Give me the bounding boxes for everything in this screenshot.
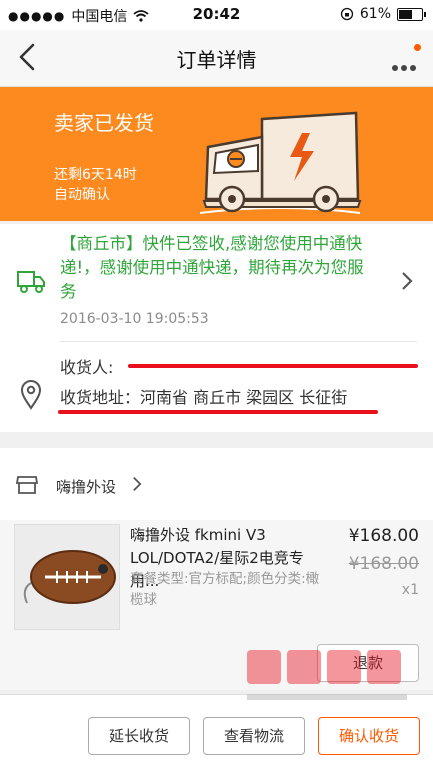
- logistics-card[interactable]: 【商丘市】快件已签收,感谢您使用中通快递!，感谢使用中通快递，期待再次为您服务 …: [0, 224, 433, 340]
- refund-button[interactable]: 退款: [317, 644, 419, 682]
- logistics-time: 2016-03-10 19:05:53: [60, 311, 209, 327]
- order-status: 卖家已发货: [54, 111, 154, 135]
- confirm-receipt-button[interactable]: 确认收货: [318, 717, 420, 755]
- page-title: 订单详情: [176, 48, 257, 72]
- divider: [60, 341, 417, 342]
- shop-row[interactable]: 嗨撸外设: [0, 448, 433, 520]
- product-quantity: x1: [401, 582, 419, 598]
- bottom-action-bar: 延长收货 查看物流 确认收货: [0, 694, 433, 769]
- nav-bar: 订单详情: [0, 30, 433, 87]
- remaining-time: 还剩6天14时: [54, 167, 137, 183]
- product-thumbnail: [14, 524, 120, 630]
- delivery-truck-illustration: [199, 111, 362, 214]
- chevron-right-icon: [133, 476, 142, 492]
- receiver-label: 收货人:: [60, 358, 114, 377]
- logistics-message: 【商丘市】快件已签收,感谢您使用中通快递!，感谢使用中通快递，期待再次为您服务: [60, 234, 364, 301]
- truck-icon: [17, 271, 45, 293]
- order-item[interactable]: 嗨撸外设 fkmini V3 LOL/DOTA2/星际2电竞专用... 套餐类型…: [0, 520, 433, 690]
- auto-confirm-countdown: 还剩6天14时 自动确认: [54, 165, 137, 205]
- rotation-lock-icon: [340, 7, 354, 21]
- battery-icon: [397, 7, 426, 21]
- battery-fill: [399, 9, 413, 19]
- address-card: 收货人: 收货地址：河南省 商丘市 梁园区 长征街: [0, 340, 433, 432]
- chevron-right-icon: [402, 272, 413, 290]
- product-price: ¥168.00: [348, 526, 419, 546]
- shipping-address: 收货地址：河南省 商丘市 梁园区 长征街: [60, 388, 348, 407]
- shop-name: 嗨撸外设: [56, 478, 117, 496]
- product-sku: 套餐类型:官方标配;颜色分类:橄榄球: [130, 571, 320, 608]
- view-logistics-button[interactable]: 查看物流: [203, 717, 305, 755]
- redaction-mark: [58, 410, 378, 414]
- location-pin-icon: [20, 380, 42, 410]
- redaction-mark: [128, 364, 418, 368]
- store-icon: [16, 476, 38, 494]
- more-menu-icon[interactable]: [392, 52, 419, 76]
- extend-receipt-button[interactable]: 延长收货: [88, 717, 190, 755]
- status-bar: ●●●●● 中国电信 20:42 61%: [0, 0, 433, 30]
- notification-dot: [414, 44, 421, 51]
- battery-percent: 61%: [359, 6, 391, 22]
- auto-confirm-label: 自动确认: [54, 187, 110, 203]
- order-status-banner: 卖家已发货 还剩6天14时 自动确认: [0, 87, 433, 221]
- original-price: ¥168.00: [348, 554, 419, 574]
